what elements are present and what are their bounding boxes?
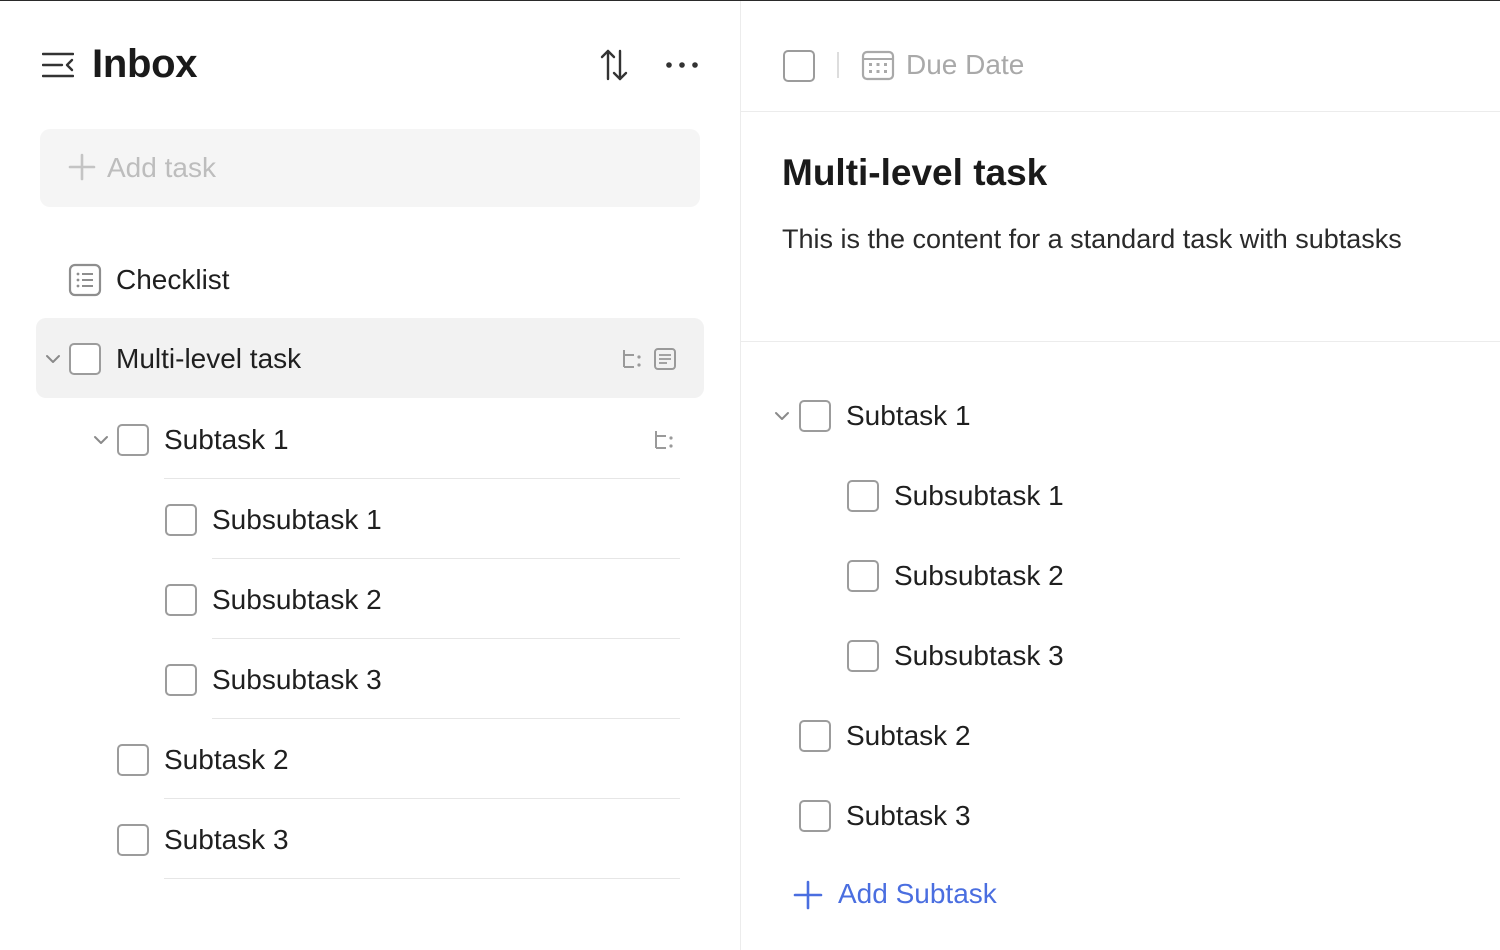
list-item-label: Subsubtask 3 xyxy=(212,664,382,695)
list-item[interactable]: Subsubtask 3 xyxy=(40,640,700,720)
list-item[interactable]: Subsubtask 1 xyxy=(40,480,700,560)
subtask-checkbox[interactable] xyxy=(799,800,831,832)
task-checkbox[interactable] xyxy=(117,424,149,456)
task-checkbox[interactable] xyxy=(165,664,197,696)
subtask-item[interactable]: Subsubtask 3 xyxy=(770,616,1470,696)
detail-header-divider xyxy=(741,111,1500,112)
subtask-checkbox[interactable] xyxy=(799,400,831,432)
subtask-checkbox[interactable] xyxy=(847,480,879,512)
row-divider xyxy=(212,638,680,639)
subtask-item[interactable]: Subtask 2 xyxy=(770,696,1470,776)
subtask-item[interactable]: Subsubtask 1 xyxy=(770,456,1470,536)
calendar-icon[interactable] xyxy=(861,48,895,82)
subtask-label: Subtask 3 xyxy=(846,800,971,831)
plus-icon[interactable] xyxy=(793,880,823,910)
list-item[interactable]: Subtask 3 xyxy=(40,800,700,880)
due-date-button[interactable]: Due Date xyxy=(906,49,1024,81)
subtask-label: Subsubtask 2 xyxy=(894,560,1064,591)
list-item-label: Subsubtask 1 xyxy=(212,504,382,535)
subtask-item[interactable]: Subsubtask 2 xyxy=(770,536,1470,616)
note-list-icon xyxy=(653,347,677,371)
task-content[interactable]: This is the content for a standard task … xyxy=(782,224,1402,255)
chevron-down-icon[interactable] xyxy=(773,410,791,422)
plus-icon xyxy=(68,153,96,181)
subtask-item[interactable]: Subtask 1 xyxy=(770,376,1470,456)
chevron-down-icon[interactable] xyxy=(92,434,110,446)
list-item[interactable]: Subtask 2 xyxy=(40,720,700,800)
list-item-label: Checklist xyxy=(116,264,230,295)
add-subtask-button[interactable]: Add Subtask xyxy=(838,878,997,910)
subtask-checkbox[interactable] xyxy=(847,560,879,592)
list-item-label: Subtask 2 xyxy=(164,744,289,775)
task-title[interactable]: Multi-level task xyxy=(782,152,1047,194)
sort-icon[interactable] xyxy=(598,48,630,82)
list-item[interactable]: Checklist xyxy=(40,240,700,320)
detail-complete-checkbox[interactable] xyxy=(783,50,815,82)
task-checkbox[interactable] xyxy=(165,584,197,616)
subtask-item[interactable]: Subtask 3 xyxy=(770,776,1470,856)
row-divider xyxy=(164,798,680,799)
more-horizontal-icon[interactable] xyxy=(664,52,700,78)
page-title: Inbox xyxy=(92,42,198,86)
subtask-checkbox[interactable] xyxy=(799,720,831,752)
subtask-label: Subsubtask 1 xyxy=(894,480,1064,511)
row-divider xyxy=(212,558,680,559)
list-item[interactable]: Subtask 1 xyxy=(40,400,700,480)
list-item-label: Subtask 1 xyxy=(164,424,289,455)
chevron-down-icon[interactable] xyxy=(44,353,62,365)
list-item[interactable]: Subsubtask 2 xyxy=(40,560,700,640)
add-task-input[interactable]: Add task xyxy=(40,129,700,207)
row-divider xyxy=(164,478,680,479)
add-task-placeholder: Add task xyxy=(107,152,216,183)
toolbar-separator xyxy=(837,52,839,78)
collapse-menu-icon[interactable] xyxy=(42,50,74,80)
subtask-tree-icon xyxy=(620,347,644,371)
list-item-label: Multi-level task xyxy=(116,343,302,374)
list-item-label: Subsubtask 2 xyxy=(212,584,382,615)
detail-content-divider xyxy=(741,341,1500,342)
subtask-tree-icon xyxy=(652,428,676,452)
subtask-label: Subtask 2 xyxy=(846,720,971,751)
panel-divider[interactable] xyxy=(740,1,741,950)
row-divider xyxy=(212,718,680,719)
task-checkbox[interactable] xyxy=(165,504,197,536)
task-checkbox[interactable] xyxy=(69,343,101,375)
note-list-icon xyxy=(68,263,102,297)
task-checkbox[interactable] xyxy=(117,744,149,776)
list-item-label: Subtask 3 xyxy=(164,824,289,855)
list-item[interactable]: Multi-level task xyxy=(36,318,704,398)
task-checkbox[interactable] xyxy=(117,824,149,856)
subtask-checkbox[interactable] xyxy=(847,640,879,672)
row-divider xyxy=(164,878,680,879)
subtask-label: Subtask 1 xyxy=(846,400,971,431)
subtask-label: Subsubtask 3 xyxy=(894,640,1064,671)
